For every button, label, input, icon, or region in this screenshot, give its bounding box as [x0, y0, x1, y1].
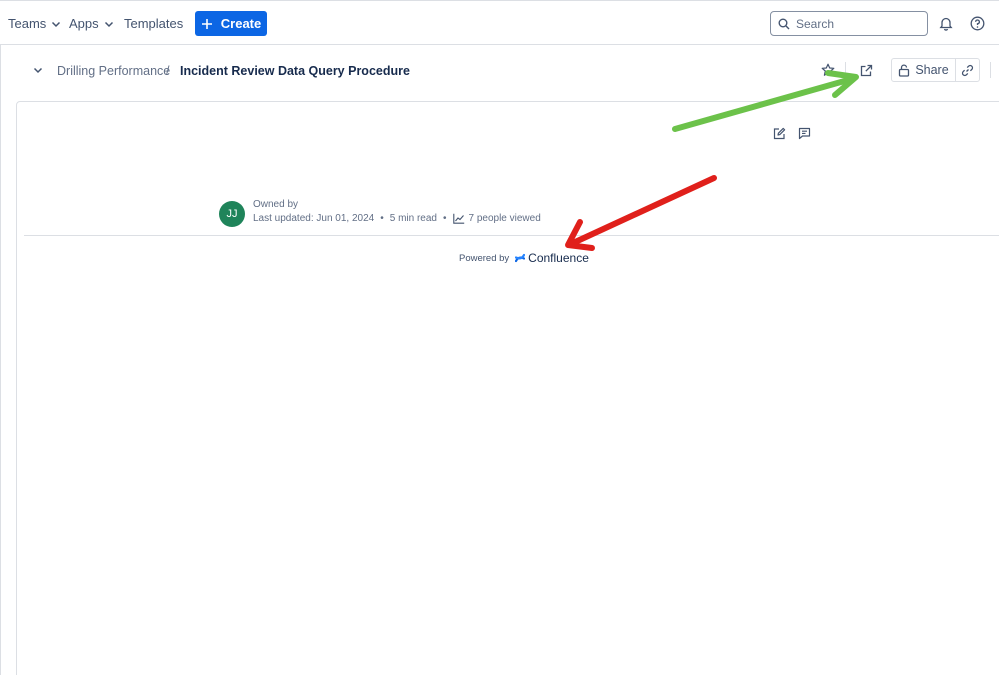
lock-icon [899, 64, 910, 77]
owned-by-label: Owned by [253, 199, 299, 210]
search-icon [778, 18, 790, 29]
templates-link[interactable]: Templates [124, 16, 183, 31]
edit-icon [773, 127, 785, 139]
last-updated: Last updated: Jun 01, 2024 [253, 213, 375, 224]
help-icon [970, 16, 984, 30]
breadcrumb-parent[interactable]: Drilling Performance [57, 64, 170, 78]
analytics-icon [452, 213, 464, 224]
viewers-count: 7 people viewed [468, 213, 541, 224]
confluence-icon [515, 253, 526, 263]
star-icon [821, 63, 835, 76]
create-label: Create [220, 16, 262, 31]
comment-icon [798, 127, 810, 139]
comment-button[interactable] [797, 126, 811, 140]
notifications-button[interactable] [937, 14, 955, 32]
search-input[interactable] [796, 16, 916, 31]
open-external-button[interactable] [858, 62, 874, 78]
star-button[interactable] [820, 62, 836, 78]
left-rail-divider [0, 45, 1, 675]
plus-icon [201, 18, 212, 29]
create-button[interactable]: Create [195, 11, 267, 36]
share-label: Share [915, 63, 949, 77]
powered-by-label: Powered by [459, 252, 510, 264]
bell-icon [939, 17, 953, 31]
top-navigation: Teams Apps Templates Create [0, 0, 999, 45]
link-icon [961, 64, 974, 76]
chevron-down-icon [52, 21, 61, 27]
chevron-down-icon [104, 21, 113, 27]
confluence-logo[interactable]: Confluence [515, 251, 589, 265]
avatar-initials: JJ [226, 208, 238, 220]
owner-avatar[interactable]: JJ [219, 201, 245, 227]
chevron-down-icon[interactable] [32, 64, 44, 76]
share-button[interactable]: Share [891, 58, 956, 82]
teams-menu[interactable]: Teams [8, 16, 62, 31]
header-divider [845, 62, 846, 78]
powered-by: Powered by Confluence [459, 251, 589, 265]
templates-label: Templates [124, 16, 184, 31]
confluence-brand: Confluence [528, 251, 589, 265]
apps-menu[interactable]: Apps [69, 16, 115, 31]
meta-separator: • [442, 213, 447, 224]
meta-separator: • [380, 213, 384, 224]
content-divider [24, 235, 999, 236]
page-views[interactable]: 7 people viewed [452, 213, 541, 224]
copy-link-button[interactable] [955, 58, 980, 82]
apps-label: Apps [69, 16, 99, 31]
page-metadata: Last updated: Jun 01, 2024 • 5 min read … [253, 213, 541, 224]
page-content-card [16, 101, 999, 675]
teams-label: Teams [8, 16, 47, 31]
header-divider [990, 62, 991, 78]
edit-button[interactable] [772, 126, 786, 140]
search-box[interactable] [770, 11, 928, 36]
page-title: Incident Review Data Query Procedure [180, 64, 410, 78]
breadcrumb-separator: / [166, 64, 170, 78]
help-button[interactable] [968, 14, 986, 32]
read-time: 5 min read [389, 213, 437, 224]
open-external-icon [860, 64, 872, 76]
